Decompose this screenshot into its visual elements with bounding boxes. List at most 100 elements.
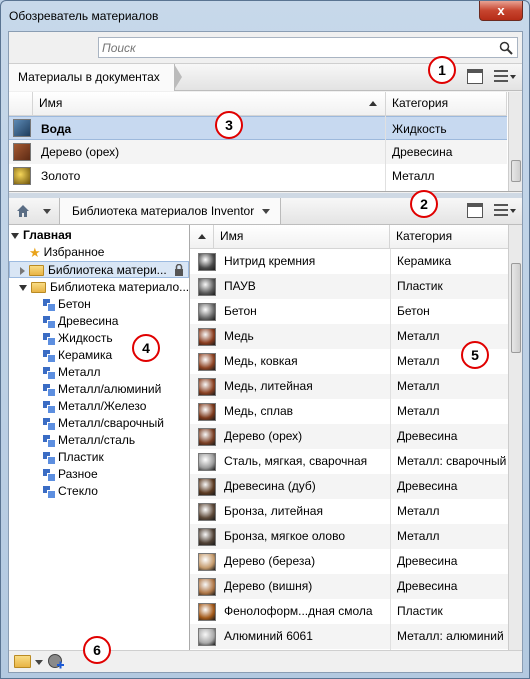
tree-node-favorites[interactable]: ★ Избранное xyxy=(29,244,104,261)
tree-category-item[interactable]: Керамика xyxy=(43,347,112,364)
tree-category-item[interactable]: Бетон xyxy=(43,296,91,313)
table-row[interactable]: Сталь, мягкая, сварочная Металл: сварочны… xyxy=(190,449,508,474)
material-swatch xyxy=(13,167,31,185)
row-name: Алюминий 6061 xyxy=(224,629,313,643)
material-swatch xyxy=(198,378,216,396)
row-category: Древесина xyxy=(392,145,453,159)
category-icon xyxy=(43,384,56,398)
tree-node-root[interactable]: Главная xyxy=(11,227,72,244)
row-category: Древесина xyxy=(397,579,458,593)
table-row[interactable]: Бетон Бетон xyxy=(190,299,508,324)
table-row[interactable]: Медь, сплав Металл xyxy=(190,399,508,424)
row-name: Дерево (вишня) xyxy=(224,579,313,593)
folder-icon xyxy=(31,282,46,294)
table-row[interactable]: Медь, литейная Металл xyxy=(190,374,508,399)
table-row[interactable]: Древесина (дуб) Древесина xyxy=(190,474,508,499)
sort-up-icon xyxy=(369,101,377,106)
material-swatch xyxy=(198,403,216,421)
table-row[interactable]: Нитрид кремния Керамика xyxy=(190,249,508,274)
table-row[interactable]: Дерево (вишня) Древесина xyxy=(190,574,508,599)
panel-toggle-icon[interactable] xyxy=(466,203,483,219)
collapse-icon[interactable] xyxy=(20,266,25,275)
callout-marker: 1 xyxy=(428,56,456,84)
column-header-category[interactable]: Категория xyxy=(390,225,508,248)
tree-category-item[interactable]: Жидкость xyxy=(43,330,113,347)
tree-category-item[interactable]: Древесина xyxy=(43,313,118,330)
view-list-icon[interactable] xyxy=(494,69,516,84)
table-row[interactable]: Бронза, мягкое олово Металл xyxy=(190,524,508,549)
document-scrollbar[interactable] xyxy=(508,92,522,191)
create-material-icon[interactable] xyxy=(47,653,65,671)
row-category: Металл xyxy=(397,529,440,543)
category-icon xyxy=(43,316,56,330)
tree-node-library-2[interactable]: Библиотека материало... xyxy=(19,279,189,296)
table-row[interactable]: Дерево (орех) Древесина xyxy=(190,424,508,449)
material-swatch xyxy=(198,278,216,296)
tree-category-item[interactable]: Металл/сталь xyxy=(43,432,135,449)
tree-category-item[interactable]: Разное xyxy=(43,466,98,483)
table-row[interactable]: Дерево (береза) Древесина xyxy=(190,549,508,574)
table-row[interactable]: Бронза, литейная Металл xyxy=(190,499,508,524)
breadcrumb-document-materials[interactable]: Материалы в документах xyxy=(9,64,182,91)
callout-marker: 6 xyxy=(83,636,111,664)
category-icon xyxy=(43,367,56,381)
view-list-icon[interactable] xyxy=(494,203,516,218)
scrollbar-thumb[interactable] xyxy=(511,263,521,353)
category-icon xyxy=(43,452,56,466)
category-icon xyxy=(43,299,56,313)
table-row[interactable]: Дерево (орех) Древесина xyxy=(9,140,507,164)
row-category: Пластик xyxy=(397,604,443,618)
tree-category-item[interactable]: Металл/алюминий xyxy=(43,381,161,398)
home-icon[interactable] xyxy=(15,203,31,219)
row-name: Медь, литейная xyxy=(224,379,313,393)
folder-icon xyxy=(29,265,44,277)
search-icon[interactable] xyxy=(499,41,513,55)
row-category: Металл xyxy=(392,169,435,183)
table-row[interactable]: Медь Металл xyxy=(190,324,508,349)
breadcrumb-library[interactable]: Библиотека материалов Inventor xyxy=(59,198,282,224)
tree-category-item[interactable]: Металл/сварочный xyxy=(43,415,164,432)
callout-marker: 3 xyxy=(215,111,243,139)
close-button[interactable]: x xyxy=(479,1,523,21)
open-library-icon[interactable] xyxy=(14,655,31,668)
row-category: Древесина xyxy=(397,479,458,493)
row-name: Нитрид кремния xyxy=(224,254,316,268)
sort-up-icon xyxy=(198,234,206,239)
search-box[interactable] xyxy=(98,37,518,58)
header-swatch-col xyxy=(9,92,33,115)
scrollbar-thumb[interactable] xyxy=(511,160,521,182)
category-icon xyxy=(43,469,56,483)
column-header-name[interactable]: Имя xyxy=(214,225,390,248)
library-tree: Главная ★ Избранное Библиотека матери... … xyxy=(9,225,190,650)
row-category: Бетон xyxy=(397,304,430,318)
tree-category-item[interactable]: Металл xyxy=(43,364,100,381)
table-row[interactable]: Фенолоформ...дная смола Пластик xyxy=(190,599,508,624)
table-row[interactable]: ПАУВ Пластик xyxy=(190,274,508,299)
panel-toggle-icon[interactable] xyxy=(466,69,483,85)
column-header-category[interactable]: Категория xyxy=(386,92,507,115)
tree-node-library-1[interactable]: Библиотека матери... xyxy=(9,261,189,278)
material-swatch xyxy=(198,603,216,621)
tree-category-item[interactable]: Металл/Железо xyxy=(43,398,146,415)
table-row[interactable]: Вода Жидкость xyxy=(9,116,507,140)
expand-icon[interactable] xyxy=(19,284,27,291)
library-dropdown-icon[interactable] xyxy=(262,209,271,214)
library-scrollbar[interactable] xyxy=(508,225,522,650)
tree-category-item[interactable]: Пластик xyxy=(43,449,104,466)
row-name: Дерево (орех) xyxy=(41,145,120,159)
row-name: Фенолоформ...дная смола xyxy=(224,604,373,618)
header-sort-col[interactable] xyxy=(190,225,214,248)
tree-category-item[interactable]: Стекло xyxy=(43,483,98,500)
expand-icon[interactable] xyxy=(11,232,19,239)
home-dropdown-icon[interactable] xyxy=(43,209,51,214)
row-name: Древесина (дуб) xyxy=(224,479,316,493)
title-bar[interactable]: Обозреватель материалов x xyxy=(1,1,529,31)
search-input[interactable] xyxy=(102,40,492,55)
library-view-controls xyxy=(463,203,516,221)
table-row[interactable]: Золото Металл xyxy=(9,164,507,188)
column-header-name[interactable]: Имя xyxy=(33,92,386,115)
row-name: Дерево (орех) xyxy=(224,429,303,443)
library-menu-dropdown-icon[interactable] xyxy=(35,660,43,665)
row-category: Пластик xyxy=(397,279,443,293)
table-row[interactable]: Алюминий 6061 Металл: алюминий xyxy=(190,624,508,649)
